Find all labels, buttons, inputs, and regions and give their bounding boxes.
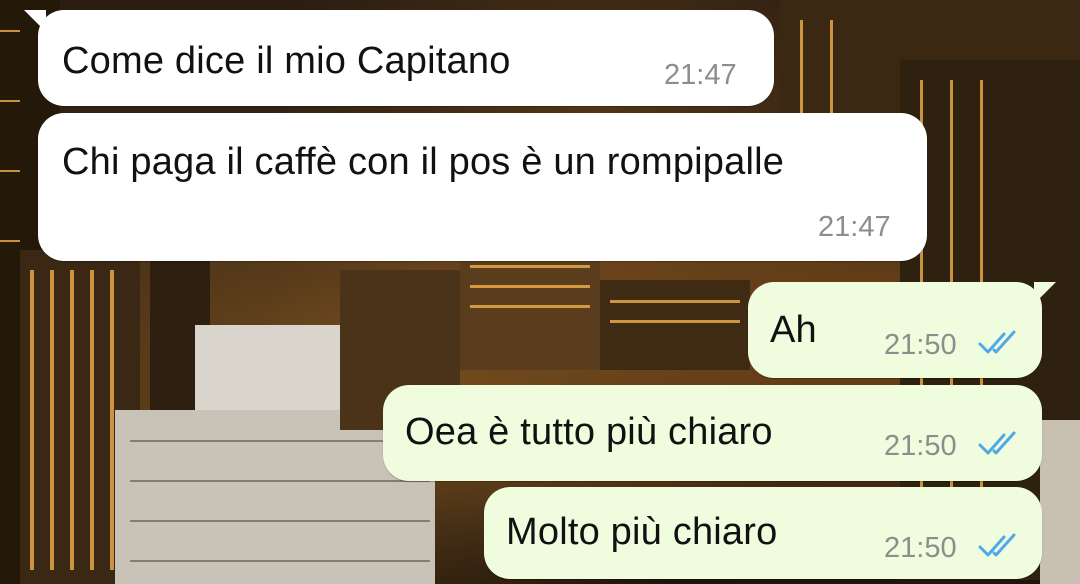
bubble-tail [24, 10, 46, 32]
message-text: Chi paga il caffè con il pos è un rompip… [62, 141, 785, 183]
message-text: Ah [770, 309, 817, 351]
read-double-check-icon [978, 330, 1016, 354]
message-text: Come dice il mio Capitano [62, 40, 511, 82]
read-double-check-icon [978, 431, 1016, 455]
message-time: 21:47 [818, 211, 891, 243]
message-time: 21:50 [884, 532, 957, 564]
outgoing-message-3[interactable]: Molto più chiaro 21:50 [484, 487, 1042, 579]
message-time: 21:47 [664, 59, 737, 91]
bubble-tail [1034, 282, 1056, 304]
outgoing-message-2[interactable]: Oea è tutto più chiaro 21:50 [383, 385, 1042, 481]
incoming-message-1[interactable]: Come dice il mio Capitano 21:47 [24, 10, 774, 106]
outgoing-message-1[interactable]: Ah 21:50 [748, 282, 1056, 378]
message-text: Oea è tutto più chiaro [405, 411, 773, 453]
message-time: 21:50 [884, 329, 957, 361]
message-time: 21:50 [884, 430, 957, 462]
incoming-message-2[interactable]: Chi paga il caffè con il pos è un rompip… [38, 113, 927, 261]
message-text: Molto più chiaro [506, 511, 778, 553]
read-double-check-icon [978, 533, 1016, 557]
